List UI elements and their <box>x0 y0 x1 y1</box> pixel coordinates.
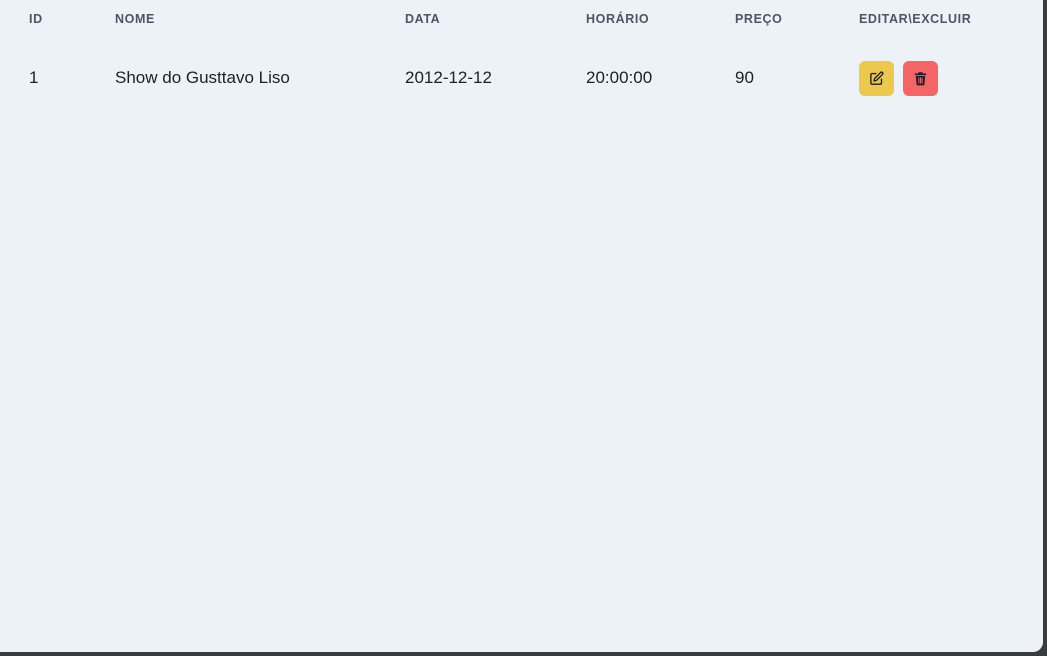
header-horario: HORÁRIO <box>586 12 650 26</box>
cell-data: 2012-12-12 <box>405 68 492 87</box>
header-editar-excluir: EDITAR\EXCLUIR <box>859 12 972 26</box>
edit-button[interactable] <box>859 61 894 96</box>
row-actions <box>859 61 938 96</box>
cell-preco: 90 <box>735 68 754 87</box>
cell-horario: 20:00:00 <box>586 68 653 87</box>
events-panel: ID NOME DATA HORÁRIO PREÇO EDITAR\EXCLUI… <box>0 0 1043 652</box>
edit-icon <box>870 71 884 85</box>
cell-nome: Show do Gusttavo Liso <box>115 68 290 87</box>
trash-icon <box>914 72 927 86</box>
header-nome: NOME <box>115 12 155 26</box>
header-preco: PREÇO <box>735 12 783 26</box>
header-id: ID <box>29 12 43 26</box>
table-header-row: ID NOME DATA HORÁRIO PREÇO EDITAR\EXCLUI… <box>0 0 1043 40</box>
cell-id: 1 <box>29 68 39 87</box>
delete-button[interactable] <box>903 61 938 96</box>
events-table: ID NOME DATA HORÁRIO PREÇO EDITAR\EXCLUI… <box>0 0 1043 118</box>
table-row: 1 Show do Gusttavo Liso 2012-12-12 20:00… <box>0 40 1043 118</box>
header-data: DATA <box>405 12 441 26</box>
